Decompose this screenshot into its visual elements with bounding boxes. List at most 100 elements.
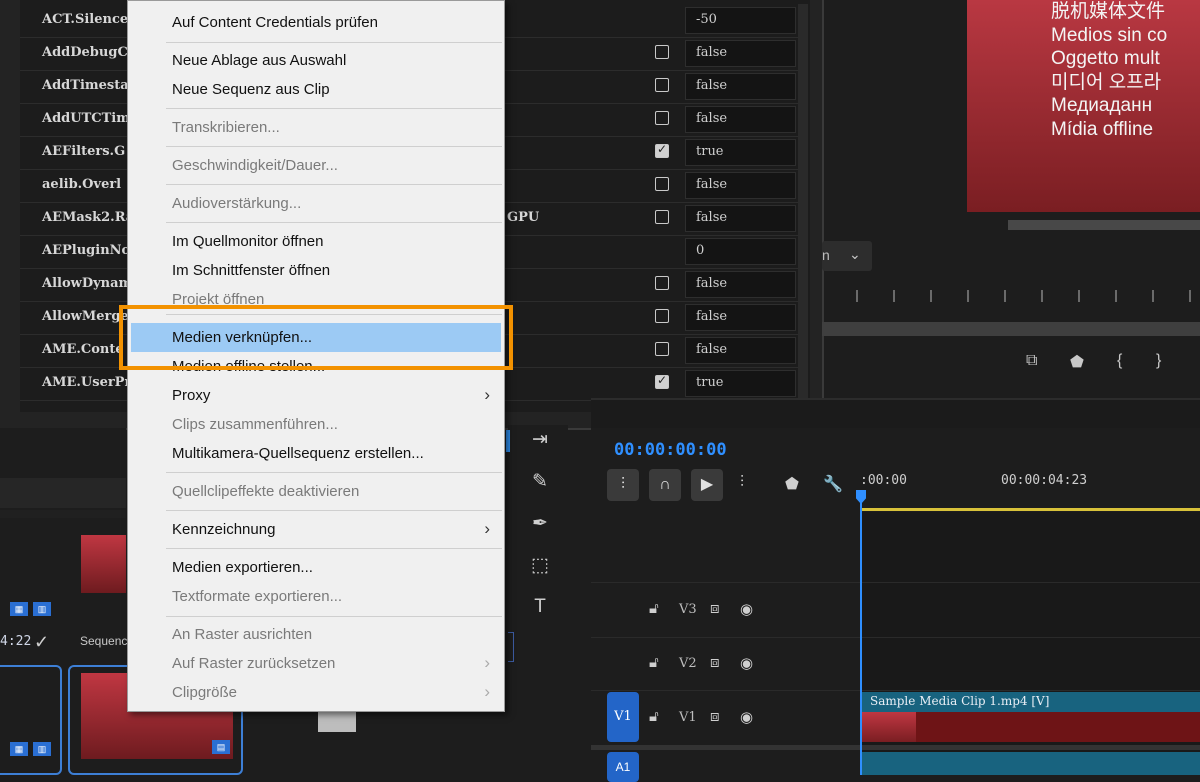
menu-item-label: Neue Ablage aus Auswahl — [172, 52, 347, 69]
sync-lock-icon[interactable]: ⧈ — [710, 654, 720, 671]
submenu-arrow-icon: › — [484, 682, 490, 701]
timeline-marker-icon[interactable]: ⬟ — [785, 474, 799, 494]
program-time-ruler[interactable] — [840, 290, 1200, 304]
menu-item-label: Auf Content Credentials prüfen — [172, 14, 378, 31]
debug-row-checkbox[interactable] — [655, 142, 669, 158]
debug-row-value[interactable]: false — [685, 205, 796, 232]
lock-icon[interactable]: 🔓︎ — [649, 600, 659, 617]
menu-separator — [166, 108, 502, 109]
playhead-line[interactable] — [860, 492, 862, 775]
audio-clip[interactable] — [862, 752, 1200, 775]
timeline-timecode[interactable]: 00:00:00:00 — [614, 440, 727, 460]
debug-row-value[interactable]: true — [685, 370, 796, 397]
debug-row-value[interactable]: false — [685, 106, 796, 133]
debug-row-value[interactable]: false — [685, 271, 796, 298]
type-tool-icon[interactable]: T — [528, 596, 552, 618]
menu-item: Textformate exportieren... — [128, 582, 504, 611]
marker-icon[interactable]: ⬟ — [1070, 352, 1084, 372]
offline-media-line: 미디어 오프라 — [1051, 71, 1162, 93]
menu-item: An Raster ausrichten — [128, 620, 504, 649]
snap-magnet-icon[interactable]: ∩ — [649, 469, 681, 501]
video-audio-divider[interactable] — [591, 745, 1200, 750]
menu-item-label: Multikamera-Quellsequenz erstellen... — [172, 445, 424, 462]
menu-item[interactable]: Auf Content Credentials prüfen — [128, 8, 504, 37]
debug-row-value[interactable]: 0 — [685, 238, 796, 265]
lock-icon[interactable]: 🔓︎ — [649, 654, 659, 671]
offline-media-line: Oggetto mult — [1051, 48, 1160, 69]
zoom-select-value: n — [822, 247, 830, 263]
menu-item[interactable]: Im Quellmonitor öffnen — [128, 227, 504, 256]
menu-item-label: Clips zusammenführen... — [172, 416, 338, 433]
video-clip-label: Sample Media Clip 1.mp4 [V] — [870, 694, 1050, 708]
clip-thumbnail[interactable] — [81, 535, 126, 593]
audio-badge-icon: ▥ — [33, 742, 51, 756]
ruler-tick — [1189, 290, 1191, 302]
menu-item[interactable]: Kennzeichnung › — [128, 515, 504, 544]
debug-row-value[interactable]: false — [685, 337, 796, 364]
add-edit-icon[interactable]: ⫶ — [740, 474, 744, 492]
debug-row-name: AllowDynam — [42, 276, 133, 291]
hand-icon[interactable]: ⬚ — [528, 554, 552, 577]
menu-item[interactable]: Multikamera-Quellsequenz erstellen... — [128, 439, 504, 468]
eye-icon[interactable]: ◉ — [740, 600, 753, 618]
debug-row-name: AllowMerge — [42, 309, 129, 324]
menu-item-label: Kennzeichnung — [172, 521, 276, 538]
razor-icon[interactable]: ✎ — [528, 470, 552, 493]
project-item-selected[interactable] — [0, 665, 62, 775]
debug-row-checkbox[interactable] — [655, 276, 669, 290]
debug-row-checkbox[interactable] — [655, 111, 669, 125]
debug-row-checkbox[interactable] — [655, 373, 669, 389]
track-select-icon[interactable]: ⇥ — [528, 428, 552, 451]
menu-item[interactable]: Im Schnittfenster öffnen — [128, 256, 504, 285]
debug-row-checkbox[interactable] — [655, 342, 669, 356]
debug-row-value[interactable]: false — [685, 40, 796, 67]
debug-row-checkbox[interactable] — [655, 309, 669, 323]
debug-row-value[interactable]: false — [685, 73, 796, 100]
source-target-v1[interactable]: V1 — [607, 692, 639, 742]
menu-item[interactable]: Neue Sequenz aus Clip — [128, 75, 504, 104]
work-area-bar[interactable] — [860, 508, 1200, 511]
project-panel-header — [0, 478, 126, 508]
menu-separator — [166, 616, 502, 617]
sync-lock-icon[interactable]: ⧈ — [710, 708, 720, 725]
ruler-tick — [1004, 290, 1006, 302]
debug-row-value[interactable]: false — [685, 172, 796, 199]
debug-row-value[interactable]: -50 — [685, 7, 796, 34]
debug-row-value[interactable]: false — [685, 304, 796, 331]
eye-icon[interactable]: ◉ — [740, 708, 753, 726]
debug-row-checkbox[interactable] — [655, 45, 669, 59]
project-scrollbar[interactable] — [0, 510, 126, 518]
mark-in-icon[interactable]: { — [1117, 352, 1122, 370]
pen-icon[interactable]: ✒ — [528, 512, 552, 535]
ruler-tick — [1152, 290, 1154, 302]
menu-item-label: Clipgröße — [172, 684, 238, 701]
program-zoom-scrollbar[interactable] — [822, 322, 1200, 336]
linked-selection-icon[interactable]: ▶ — [691, 469, 723, 501]
source-target-a1[interactable]: A1 — [607, 752, 639, 782]
sync-lock-icon[interactable]: ⧈ — [710, 600, 720, 617]
debug-scrollbar[interactable] — [798, 4, 808, 408]
menu-item[interactable]: Medien exportieren... — [128, 553, 504, 582]
menu-separator — [166, 184, 502, 185]
menu-item[interactable]: Neue Ablage aus Auswahl — [128, 46, 504, 75]
submenu-arrow-icon: › — [484, 519, 490, 538]
mark-out-icon[interactable]: } — [1156, 352, 1161, 370]
lock-icon[interactable]: 🔓︎ — [649, 708, 659, 725]
track-name-v3: V3 — [679, 602, 697, 617]
debug-row-checkbox[interactable] — [655, 78, 669, 92]
eye-icon[interactable]: ◉ — [740, 654, 753, 672]
ruler-mid-time: 00:00:04:23 — [1001, 473, 1088, 488]
insert-nest-icon[interactable]: ⫶ — [607, 469, 639, 501]
track-name-v2: V2 — [679, 656, 697, 671]
debug-row-value[interactable]: true — [685, 139, 796, 166]
debug-row-checkbox[interactable] — [655, 177, 669, 191]
wrench-icon[interactable]: 🔧 — [823, 474, 843, 494]
export-frame-icon[interactable]: ⧉ — [1026, 352, 1037, 370]
menu-item-label: An Raster ausrichten — [172, 626, 313, 643]
ruler-tick — [967, 290, 969, 302]
offline-media-line: Mídia offline — [1051, 118, 1154, 140]
debug-row-checkbox[interactable] — [655, 210, 669, 224]
offline-media-line: Medios sin co — [1051, 24, 1168, 46]
menu-item[interactable]: Proxy › — [128, 381, 504, 410]
debug-row-name: AddUTCTime — [42, 111, 139, 126]
